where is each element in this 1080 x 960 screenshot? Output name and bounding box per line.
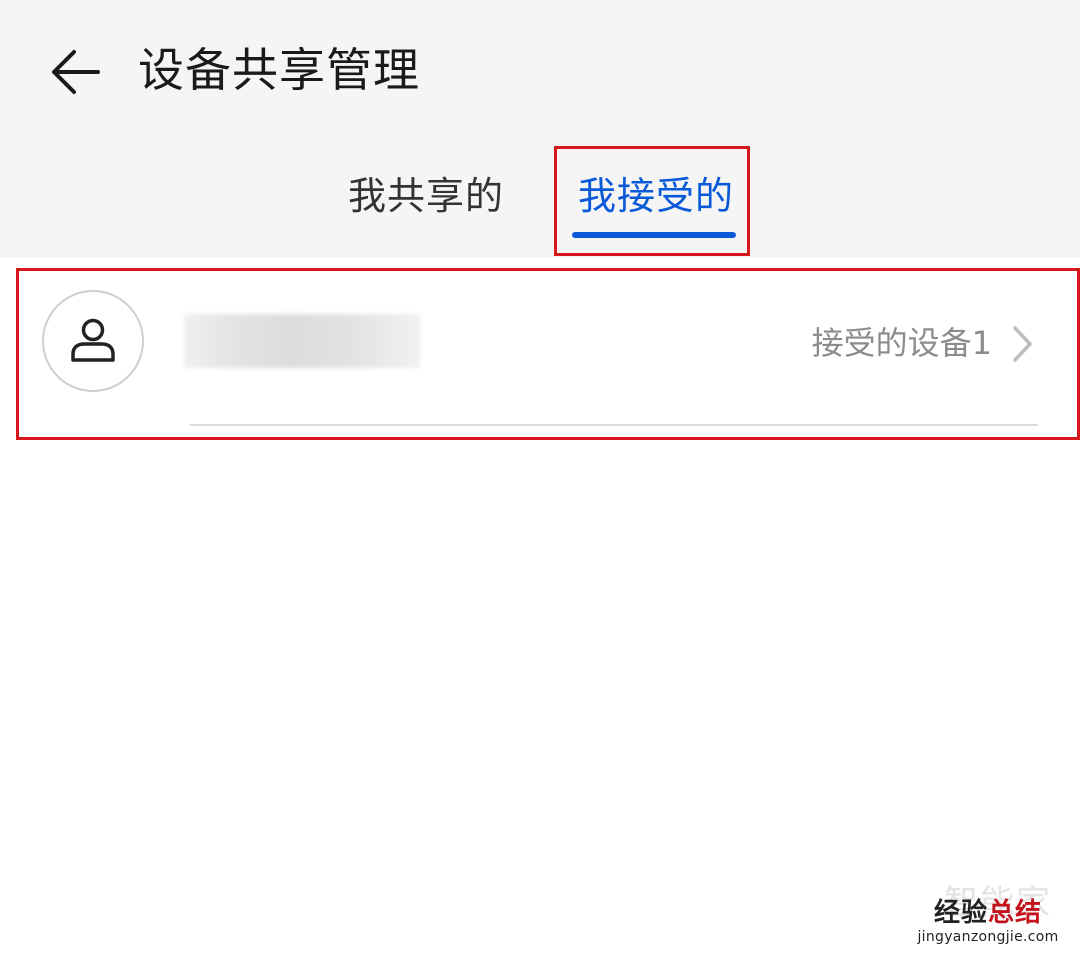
watermark-logo: 智能家 经验总结 jingyanzongjie.com	[908, 886, 1068, 946]
back-button[interactable]	[42, 40, 106, 104]
chevron-right-icon	[1010, 324, 1036, 364]
watermark-url: jingyanzongjie.com	[917, 929, 1059, 945]
received-device-count: 接受的设备1	[811, 324, 992, 362]
tab-bar: 我共享的 我接受的	[0, 150, 1080, 258]
person-icon	[71, 318, 115, 362]
app-header: 设备共享管理 我共享的 我接受的	[0, 0, 1080, 258]
app-screen: 设备共享管理 我共享的 我接受的 接受的设备1 智能家 经验总结 jingyan…	[0, 0, 1080, 960]
watermark-brand-part2: 总结	[988, 898, 1043, 928]
page-title: 设备共享管理	[138, 43, 420, 97]
tab-my-shared[interactable]: 我共享的	[348, 168, 504, 224]
avatar	[42, 290, 144, 392]
shared-user-row[interactable]: 接受的设备1	[16, 268, 1078, 438]
tab-active-indicator	[572, 232, 736, 238]
tab-my-received[interactable]: 我接受的	[578, 168, 734, 224]
user-name-blurred	[184, 314, 420, 368]
watermark-brand-part1: 经验	[933, 898, 988, 928]
row-divider	[190, 424, 1038, 426]
arrow-left-icon	[52, 50, 100, 94]
